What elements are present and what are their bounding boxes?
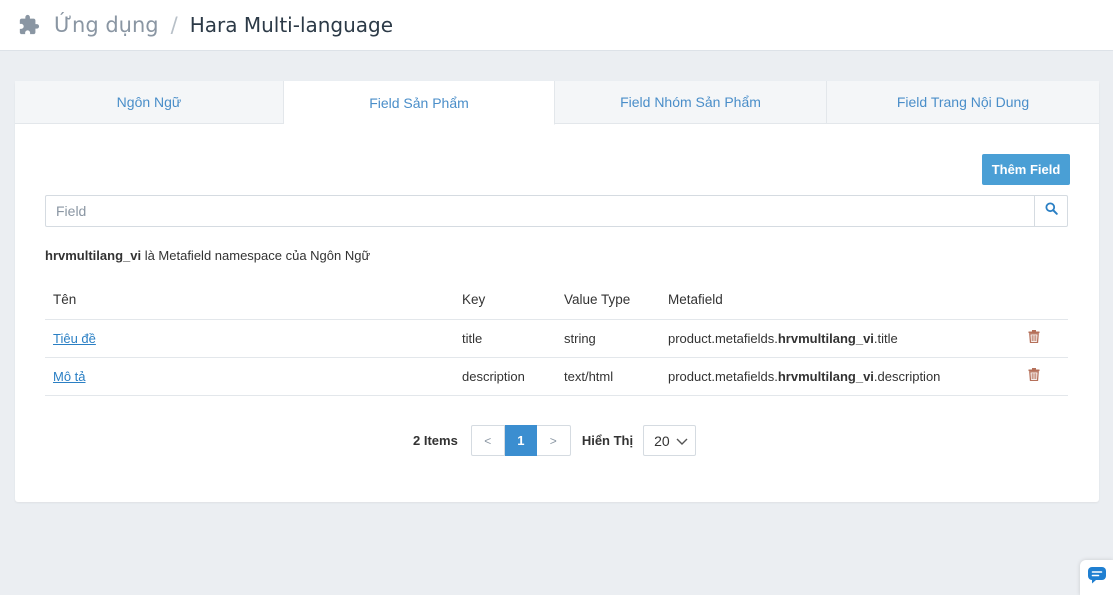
add-field-button[interactable]: Thêm Field (982, 154, 1070, 185)
table-header-row: Tên Key Value Type Metafield (45, 281, 1068, 320)
table-row: Mô tả description text/html product.meta… (45, 357, 1068, 396)
metafield-prefix: product.metafields. (668, 368, 778, 384)
prev-page-button[interactable]: < (470, 425, 505, 456)
namespace-note: hrvmultilang_vi là Metafield namespace c… (45, 248, 370, 263)
items-count: 2 Items (413, 433, 458, 448)
field-metafield: product.metafields.hrvmultilang_vi.descr… (660, 357, 1020, 396)
field-value-type: string (556, 319, 660, 358)
next-page-button[interactable]: > (536, 425, 571, 456)
column-header-actions (1020, 281, 1068, 320)
tab-ngon-ngu[interactable]: Ngôn Ngữ (15, 81, 284, 123)
chevron-down-icon (676, 433, 688, 449)
field-name-link[interactable]: Mô tả (53, 369, 86, 384)
namespace-name: hrvmultilang_vi (45, 248, 142, 263)
metafield-namespace: hrvmultilang_vi (777, 368, 874, 384)
column-header-metafield: Metafield (660, 281, 1020, 320)
content-card: Ngôn Ngữ Field Sản Phẩm Field Nhóm Sản P… (15, 81, 1099, 502)
metafield-namespace: hrvmultilang_vi (777, 330, 874, 346)
page-header: Ứng dụng / Hara Multi-language (0, 0, 1113, 51)
breadcrumb-parent[interactable]: Ứng dụng (54, 13, 159, 37)
per-page-value: 20 (654, 432, 670, 449)
table-row: Tiêu đề title string product.metafields.… (45, 319, 1068, 358)
column-header-key: Key (454, 281, 556, 320)
puzzle-icon (18, 14, 40, 36)
tab-field-nhom-san-pham[interactable]: Field Nhóm Sản Phẩm (555, 81, 827, 123)
metafield-suffix: .title (873, 330, 898, 346)
search-box (45, 195, 1068, 227)
field-value-type: text/html (556, 357, 660, 396)
chat-button[interactable] (1080, 560, 1113, 595)
search-button[interactable] (1034, 196, 1067, 226)
trash-icon[interactable] (1028, 330, 1040, 343)
field-metafield: product.metafields.hrvmultilang_vi.title (660, 319, 1020, 358)
field-key: description (454, 357, 556, 396)
chat-icon (1087, 566, 1107, 589)
fields-table: Tên Key Value Type Metafield Tiêu đề tit… (45, 281, 1068, 396)
per-page-select[interactable]: 20 (643, 425, 697, 456)
breadcrumb-separator: / (170, 13, 178, 37)
metafield-suffix: .description (873, 368, 941, 384)
tab-bar: Ngôn Ngữ Field Sản Phẩm Field Nhóm Sản P… (15, 81, 1099, 125)
current-page-button[interactable]: 1 (504, 425, 537, 456)
field-name-link[interactable]: Tiêu đề (53, 331, 96, 346)
column-header-value-type: Value Type (556, 281, 660, 320)
tab-field-trang-noi-dung[interactable]: Field Trang Nội Dung (827, 81, 1099, 123)
field-key: title (454, 319, 556, 358)
trash-icon[interactable] (1028, 368, 1040, 381)
page-title: Hara Multi-language (189, 13, 394, 37)
pagination: 2 Items < 1 > Hiển Thị 20 (413, 425, 697, 456)
namespace-note-text: là Metafield namespace của Ngôn Ngữ (141, 248, 371, 263)
metafield-prefix: product.metafields. (668, 330, 778, 346)
search-icon (1044, 202, 1058, 220)
column-header-name: Tên (45, 281, 454, 320)
per-page-label: Hiển Thị (581, 433, 634, 448)
tab-field-san-pham[interactable]: Field Sản Phẩm (284, 81, 555, 125)
search-input[interactable] (46, 196, 1034, 226)
